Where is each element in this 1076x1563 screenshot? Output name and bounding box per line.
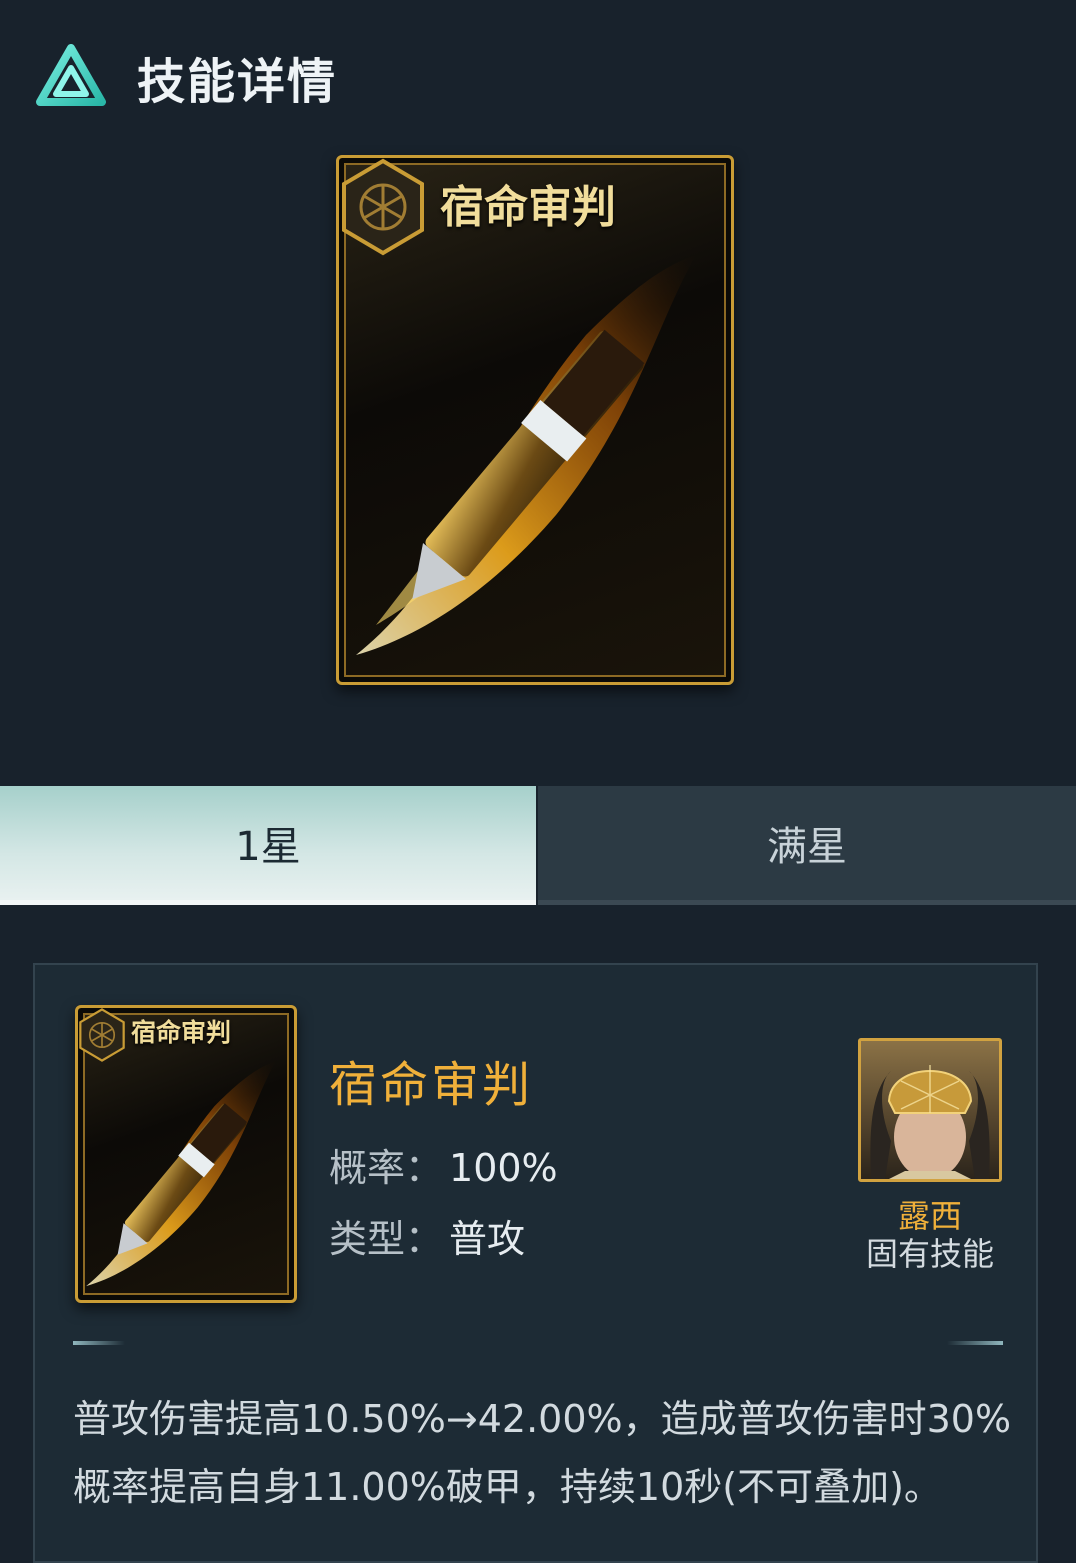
tab-label: 满星 (767, 824, 847, 870)
skill-card-small: 宿命审判 (75, 1005, 297, 1303)
type-value: 普攻 (449, 1217, 526, 1261)
hexagon-rune-icon (79, 1008, 125, 1062)
card-title: 宿命审判 (440, 182, 616, 233)
description-line: 普攻伤害提高10.50%→42.00%，造成普攻伤害时30% (73, 1397, 1012, 1441)
type-row: 类型： 普攻 (329, 1208, 525, 1263)
tab-label: 1星 (235, 824, 301, 870)
chance-row: 概率： 100% (329, 1137, 558, 1192)
divider-left (73, 1341, 125, 1345)
tab-max-star[interactable]: 满星 (538, 786, 1076, 900)
skill-detail-panel: 宿命审判 宿命审判 概率： 100% 类型： 普攻 露西 固有技能 普攻伤害提高10… (33, 963, 1038, 1563)
hero-skill-tag: 固有技能 (865, 1235, 994, 1273)
tab-divider (538, 900, 1076, 905)
skill-description: 普攻伤害提高10.50%→42.00%，造成普攻伤害时30% 概率提高自身11.… (73, 1385, 1013, 1521)
star-tabs: 1星 满星 (0, 786, 1076, 906)
tab-1-star[interactable]: 1星 (0, 786, 536, 900)
hero-portrait-icon (870, 1065, 990, 1179)
type-label: 类型： (329, 1217, 444, 1261)
skill-card-large: 宿命审判 (336, 155, 734, 685)
divider-right (947, 1341, 1003, 1345)
page-title: 技能详情 (137, 54, 338, 110)
skill-name: 宿命审判 (329, 1057, 534, 1113)
triangle-logo-icon (36, 44, 106, 106)
description-line: 概率提高自身11.00%破甲，持续10秒(不可叠加)。 (73, 1465, 942, 1509)
card-title: 宿命审判 (131, 1018, 232, 1047)
hexagon-rune-icon (342, 158, 424, 256)
avatar (858, 1038, 1002, 1182)
header: 技能详情 (0, 0, 1076, 150)
chance-label: 概率： (329, 1146, 444, 1190)
tab-active-indicator (0, 900, 536, 905)
hero-avatar[interactable] (858, 1038, 1002, 1182)
chance-value: 100% (449, 1146, 558, 1190)
